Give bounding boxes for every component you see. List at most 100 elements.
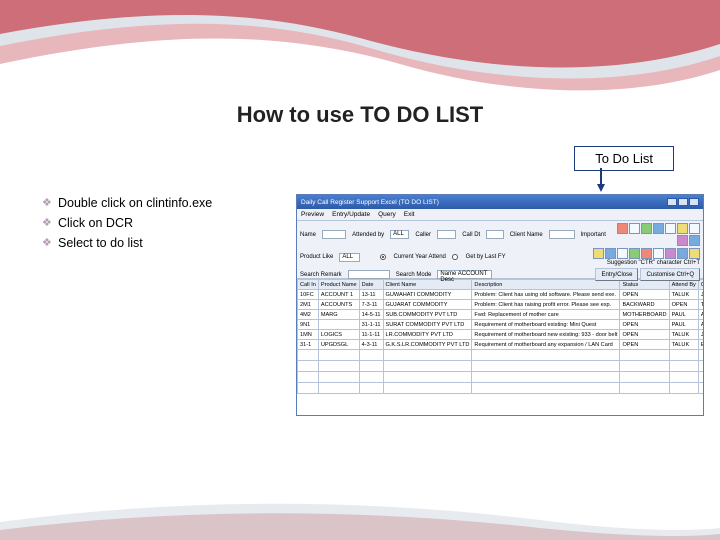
grid-header-cell[interactable]: Status bbox=[620, 280, 669, 290]
menu-entry-update[interactable]: Entry/Update bbox=[332, 211, 370, 218]
radio1-label: Current Year Attend bbox=[394, 254, 446, 260]
grid-cell: GUJARAT COMMODITY bbox=[383, 300, 472, 310]
tb-icon[interactable] bbox=[629, 223, 640, 234]
remark-input[interactable] bbox=[348, 270, 390, 279]
menu-preview[interactable]: Preview bbox=[301, 211, 324, 218]
client-input[interactable] bbox=[549, 230, 575, 239]
grid-cell bbox=[318, 372, 359, 383]
grid-cell: BACKWARD bbox=[620, 300, 669, 310]
grid-cell: 10FC bbox=[298, 290, 319, 300]
grid-cell: UPGDSGL bbox=[318, 340, 359, 350]
table-row[interactable]: 10FCACCOUNT 113-11GUWAHATI COMMODITYProb… bbox=[298, 290, 704, 300]
grid-cell: TALUK bbox=[669, 330, 698, 340]
menu-query[interactable]: Query bbox=[378, 211, 396, 218]
search-mode-label: Search Mode bbox=[396, 272, 432, 278]
grid-header-cell[interactable]: Call In bbox=[298, 280, 319, 290]
grid-cell bbox=[669, 372, 698, 383]
grid-header-cell[interactable]: Call Type bbox=[698, 280, 703, 290]
grid-cell: TALUK bbox=[669, 340, 698, 350]
app-window: Daily Call Register Support Excel (TO DO… bbox=[296, 194, 704, 416]
grid-cell: MOTHERBOARD bbox=[620, 310, 669, 320]
grid-cell: ANIL bbox=[698, 320, 703, 330]
grid-cell: Fwd: Replacement of mother care bbox=[472, 310, 620, 320]
tb-icon[interactable] bbox=[617, 223, 628, 234]
grid-cell: OPEN bbox=[620, 330, 669, 340]
grid-cell: OPEN bbox=[669, 300, 698, 310]
grid-header-cell[interactable]: Product Name bbox=[318, 280, 359, 290]
tb-icon[interactable] bbox=[689, 235, 700, 246]
grid-header-cell[interactable]: Attend By bbox=[669, 280, 698, 290]
grid-cell bbox=[318, 320, 359, 330]
product-input[interactable]: ALL bbox=[339, 253, 360, 262]
table-row[interactable]: 31-1UPGDSGL4-3-11G.K.S.LR.COMMODITY PVT … bbox=[298, 340, 704, 350]
tb-icon[interactable] bbox=[665, 223, 676, 234]
radio-last-fy[interactable] bbox=[452, 254, 458, 260]
grid-cell bbox=[298, 361, 319, 372]
instruction-item: ❖ Click on DCR bbox=[42, 216, 212, 230]
close-button[interactable] bbox=[689, 198, 699, 206]
table-row[interactable]: 9N131-1-11SURAT COMMODITY PVT LTDRequire… bbox=[298, 320, 704, 330]
grid-cell: GUWAHATI COMMODITY bbox=[383, 290, 472, 300]
grid-cell bbox=[698, 361, 703, 372]
grid-cell bbox=[318, 361, 359, 372]
toolbar-icon-group-1 bbox=[612, 223, 700, 246]
grid-cell bbox=[620, 350, 669, 361]
caller-label: Caller bbox=[415, 232, 431, 238]
maximize-button[interactable] bbox=[678, 198, 688, 206]
grid-cell: 7-3-11 bbox=[359, 300, 383, 310]
tb-icon[interactable] bbox=[677, 248, 688, 259]
radio-current-year[interactable] bbox=[380, 254, 386, 260]
tb-icon[interactable] bbox=[593, 248, 604, 259]
grid-cell bbox=[298, 383, 319, 394]
grid-header-cell[interactable]: Description bbox=[472, 280, 620, 290]
tb-icon[interactable] bbox=[641, 248, 652, 259]
diamond-bullet-icon: ❖ bbox=[42, 199, 50, 207]
grid-cell bbox=[669, 350, 698, 361]
tb-icon[interactable] bbox=[617, 248, 628, 259]
tb-icon[interactable] bbox=[689, 248, 700, 259]
instruction-item: ❖ Select to do list bbox=[42, 236, 212, 250]
grid-cell: 14-5-11 bbox=[359, 310, 383, 320]
grid-cell: 4-3-11 bbox=[359, 340, 383, 350]
grid-header-cell[interactable]: Date bbox=[359, 280, 383, 290]
window-titlebar: Daily Call Register Support Excel (TO DO… bbox=[297, 195, 703, 209]
product-label: Product Like bbox=[300, 254, 333, 260]
customise-button[interactable]: Customise Ctrl+Q bbox=[640, 268, 700, 281]
entry-close-button[interactable]: Entry/Close bbox=[595, 268, 638, 281]
grid-cell bbox=[669, 361, 698, 372]
tb-icon[interactable] bbox=[677, 223, 688, 234]
tb-icon[interactable] bbox=[677, 235, 688, 246]
grid-cell: Requirement of motherboard existing: Min… bbox=[472, 320, 620, 330]
tb-icon[interactable] bbox=[605, 248, 616, 259]
caller-input[interactable] bbox=[437, 230, 456, 239]
table-row-empty bbox=[298, 383, 704, 394]
name-input[interactable] bbox=[322, 230, 346, 239]
suggestion-text: Suggestion "CTR" character Ctrl+T bbox=[607, 260, 700, 266]
grid-cell: TALUK bbox=[669, 290, 698, 300]
grid-cell bbox=[359, 350, 383, 361]
table-row[interactable]: 1MNLOGICS11-1-11LR.COMMODITY PVT LTDRequ… bbox=[298, 330, 704, 340]
tb-icon[interactable] bbox=[665, 248, 676, 259]
grid-cell: SURAT COMMODITY PVT LTD bbox=[383, 320, 472, 330]
grid-cell bbox=[620, 361, 669, 372]
grid-header-cell[interactable]: Client Name bbox=[383, 280, 472, 290]
tb-icon[interactable] bbox=[689, 223, 700, 234]
radio2-label: Get by Last FY bbox=[466, 254, 506, 260]
grid-cell bbox=[383, 361, 472, 372]
attend-label: Attended by bbox=[352, 232, 384, 238]
tb-icon[interactable] bbox=[653, 248, 664, 259]
name-label: Name bbox=[300, 232, 316, 238]
attend-input[interactable]: ALL bbox=[390, 230, 409, 239]
search-mode-input[interactable]: Name ACCOUNT Desc bbox=[437, 270, 492, 279]
table-row[interactable]: 2M1ACCOUNTS7-3-11GUJARAT COMMODITYProble… bbox=[298, 300, 704, 310]
tb-icon[interactable] bbox=[653, 223, 664, 234]
tb-icon[interactable] bbox=[641, 223, 652, 234]
grid-cell: OPEN bbox=[620, 320, 669, 330]
table-row[interactable]: 4M2MARG14-5-11SUB.COMMODITY PVT LTDFwd: … bbox=[298, 310, 704, 320]
client-label: Client Name bbox=[510, 232, 543, 238]
tb-icon[interactable] bbox=[629, 248, 640, 259]
grid-cell bbox=[383, 372, 472, 383]
date-input[interactable] bbox=[486, 230, 504, 239]
minimize-button[interactable] bbox=[667, 198, 677, 206]
menu-exit[interactable]: Exit bbox=[404, 211, 415, 218]
